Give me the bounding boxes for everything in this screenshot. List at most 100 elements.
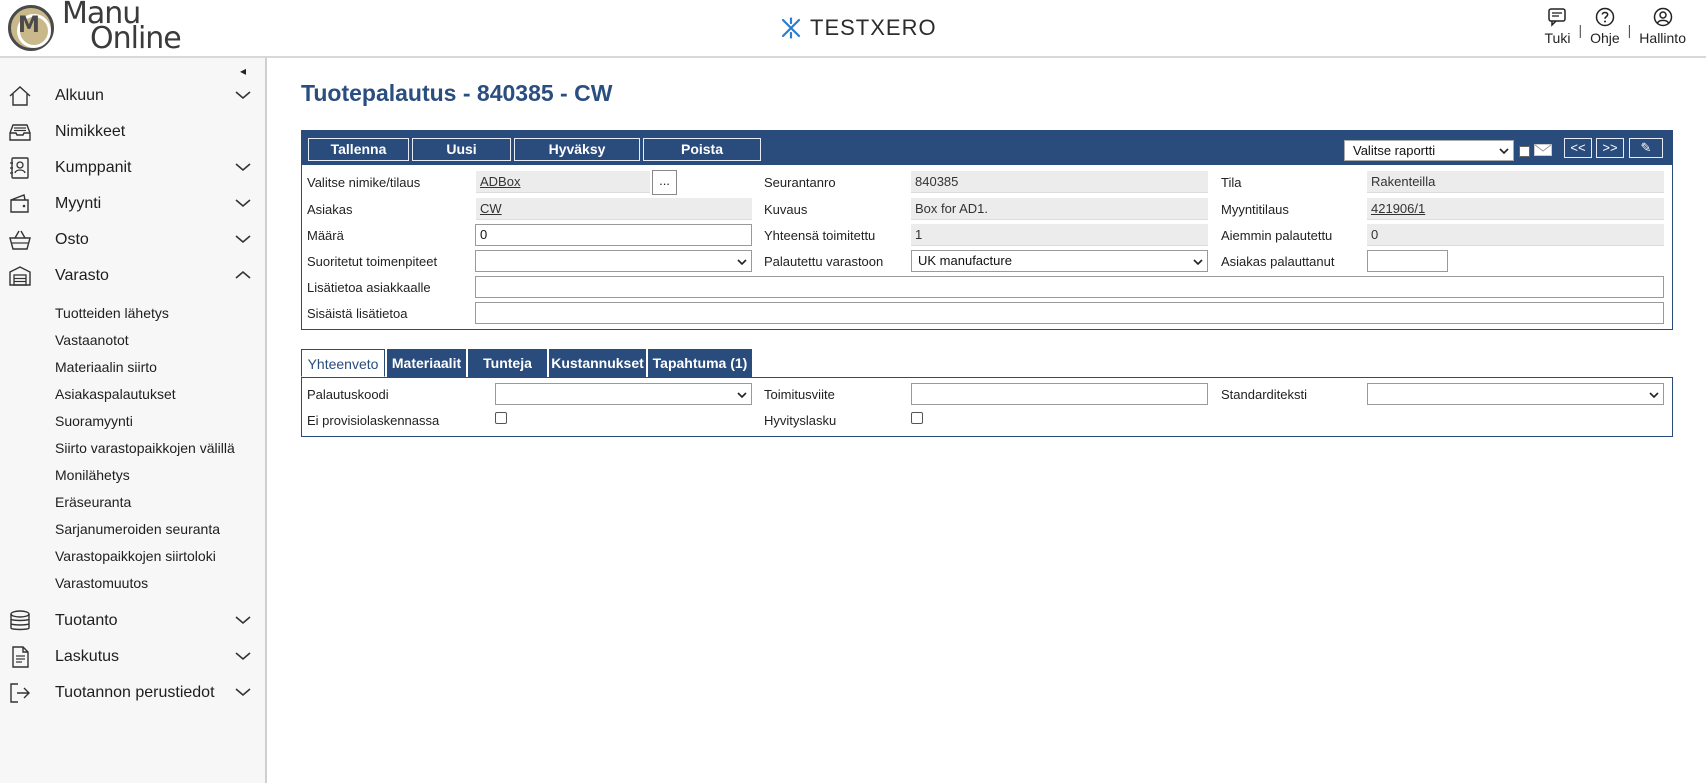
sidebar-item-alkuun[interactable]: Alkuun — [0, 78, 265, 114]
sidebar-item-osto[interactable]: Osto — [0, 222, 265, 258]
sidebar-item-kumppanit[interactable]: Kumppanit — [0, 150, 265, 186]
return-code-label: Palautuskoodi — [307, 387, 389, 402]
submenu-item[interactable]: Materiaalin siirto — [0, 354, 265, 381]
no-commission-checkbox[interactable] — [495, 412, 507, 424]
standard-text-select[interactable] — [1367, 383, 1664, 405]
approve-button[interactable]: Hyväksy — [514, 138, 640, 161]
tab-tunteja[interactable]: Tunteja — [468, 349, 547, 377]
submenu-item[interactable]: Siirto varastopaikkojen välillä — [0, 435, 265, 462]
submenu-item[interactable]: Tuotteiden lähetys — [0, 300, 265, 327]
sidebar-item-label: Nimikkeet — [55, 123, 126, 140]
manu-online-logo[interactable]: M Manu Online — [6, 0, 206, 55]
logo-wordmark: Manu Online — [62, 0, 182, 54]
customer-info-label: Lisätietoa asiakkaalle — [307, 280, 431, 295]
tab-kustannukset[interactable]: Kustannukset — [549, 349, 646, 377]
internal-info-label: Sisäistä lisätietoa — [307, 306, 408, 321]
chevron-down-icon[interactable] — [234, 647, 252, 665]
report-select-value: Valitse raportti — [1353, 143, 1436, 158]
chevron-up-icon[interactable] — [234, 266, 252, 284]
submenu-item[interactable]: Vastaanotot — [0, 327, 265, 354]
submenu-item[interactable]: Eräseuranta — [0, 489, 265, 516]
sidebar-item-label: Varasto — [55, 267, 109, 284]
quantity-label: Määrä — [307, 228, 344, 243]
delivery-ref-label: Toimitusviite — [764, 387, 835, 402]
wallet-icon — [8, 192, 32, 216]
internal-info-input[interactable] — [475, 302, 1664, 324]
submenu-item[interactable]: Varastopaikkojen siirtoloki — [0, 543, 265, 570]
contacts-icon — [8, 156, 32, 180]
sidebar-item-tuotannon-perustiedot[interactable]: Tuotannon perustiedot — [0, 675, 265, 711]
return-code-select[interactable] — [495, 383, 752, 405]
xero-logo-icon — [780, 17, 802, 39]
customer-returned-input[interactable] — [1367, 250, 1448, 272]
returned-to-select[interactable]: UK manufacture — [911, 250, 1208, 272]
tab-materiaalit[interactable]: Materiaalit — [387, 349, 466, 377]
previously-returned-field: 0 — [1367, 224, 1664, 246]
chevron-down-icon[interactable] — [234, 611, 252, 629]
chevron-down-icon — [1649, 392, 1659, 399]
next-record-button[interactable]: >> — [1596, 138, 1624, 158]
mail-icon[interactable] — [1534, 144, 1552, 156]
customer-info-input[interactable] — [475, 276, 1664, 298]
submenu-item[interactable]: Sarjanumeroiden seuranta — [0, 516, 265, 543]
no-commission-label: Ei provisiolaskennassa — [307, 413, 440, 428]
user-icon — [1653, 7, 1672, 27]
document-icon — [8, 645, 32, 669]
delete-button[interactable]: Poista — [643, 138, 761, 161]
returned-to-label: Palautettu varastoon — [764, 254, 884, 269]
total-delivered-field: 1 — [911, 224, 1208, 246]
tab-yhteenveto[interactable]: Yhteenveto — [301, 349, 385, 377]
previous-record-button[interactable]: << — [1564, 138, 1592, 158]
state-label: Tila — [1221, 175, 1242, 190]
sales-order-link[interactable]: 421906/1 — [1371, 201, 1425, 216]
tab-tapahtuma[interactable]: Tapahtuma (1) — [648, 349, 752, 377]
paperclip-icon: ✎ — [1640, 140, 1652, 155]
admin-label: Hallinto — [1639, 30, 1686, 46]
sidebar-item-myynti[interactable]: Myynti — [0, 186, 265, 222]
submenu-item[interactable]: Asiakaspalautukset — [0, 381, 265, 408]
previously-returned-label: Aiemmin palautettu — [1221, 228, 1333, 243]
customer-link[interactable]: CW — [480, 201, 502, 216]
summary-panel: Palautuskoodi Toimitusviite Standarditek… — [301, 377, 1673, 437]
attachment-button[interactable]: ✎ — [1629, 138, 1663, 158]
sidebar-item-label: Tuotanto — [55, 612, 118, 629]
quantity-input[interactable]: 0 — [475, 224, 752, 246]
support-link[interactable]: Tuki — [1537, 6, 1579, 46]
save-button[interactable]: Tallenna — [308, 138, 409, 161]
sidebar-item-nimikkeet[interactable]: Nimikkeet — [0, 114, 265, 150]
actions-select[interactable] — [475, 250, 752, 272]
sidebar-item-laskutus[interactable]: Laskutus — [0, 639, 265, 675]
customer-returned-label: Asiakas palauttanut — [1221, 254, 1335, 269]
item-order-link[interactable]: ADBox — [480, 174, 520, 189]
chevron-down-icon[interactable] — [234, 194, 252, 212]
report-select[interactable]: Valitse raportti — [1344, 140, 1514, 161]
sidebar: ◂ Alkuun Nimikkeet Kumppanit Myynti Osto — [0, 58, 267, 783]
submenu-item[interactable]: Suoramyynti — [0, 408, 265, 435]
submenu-item[interactable]: Varastomuutos — [0, 570, 265, 597]
home-icon — [8, 84, 32, 108]
chat-icon — [1548, 8, 1567, 27]
chevron-down-icon[interactable] — [234, 158, 252, 176]
admin-link[interactable]: Hallinto — [1631, 6, 1694, 46]
basket-icon — [8, 228, 32, 252]
sidebar-collapse-button[interactable]: ◂ — [240, 64, 246, 78]
sidebar-item-tuotanto[interactable]: Tuotanto — [0, 603, 265, 639]
chevron-down-icon[interactable] — [234, 230, 252, 248]
top-header: M Manu Online TESTXERO Tuki | Ohje | Hal… — [0, 0, 1706, 58]
help-label: Ohje — [1590, 30, 1620, 46]
varasto-submenu: Tuotteiden lähetys Vastaanotot Materiaal… — [0, 294, 265, 603]
sidebar-item-label: Myynti — [55, 195, 102, 212]
submenu-item[interactable]: Monilähetys — [0, 462, 265, 489]
new-button[interactable]: Uusi — [412, 138, 511, 161]
help-link[interactable]: Ohje — [1582, 6, 1628, 46]
select-item-button[interactable]: ... — [652, 170, 677, 195]
chevron-down-icon[interactable] — [234, 683, 252, 701]
chevron-down-icon — [1499, 148, 1509, 155]
report-email-checkbox[interactable] — [1519, 146, 1530, 157]
chevron-down-icon[interactable] — [234, 86, 252, 104]
credit-invoice-checkbox[interactable] — [911, 412, 923, 424]
customer-label: Asiakas — [307, 202, 353, 217]
sidebar-item-varasto[interactable]: Varasto — [0, 258, 265, 294]
delivery-ref-input[interactable] — [911, 383, 1208, 405]
credit-invoice-label: Hyvityslasku — [764, 413, 837, 428]
